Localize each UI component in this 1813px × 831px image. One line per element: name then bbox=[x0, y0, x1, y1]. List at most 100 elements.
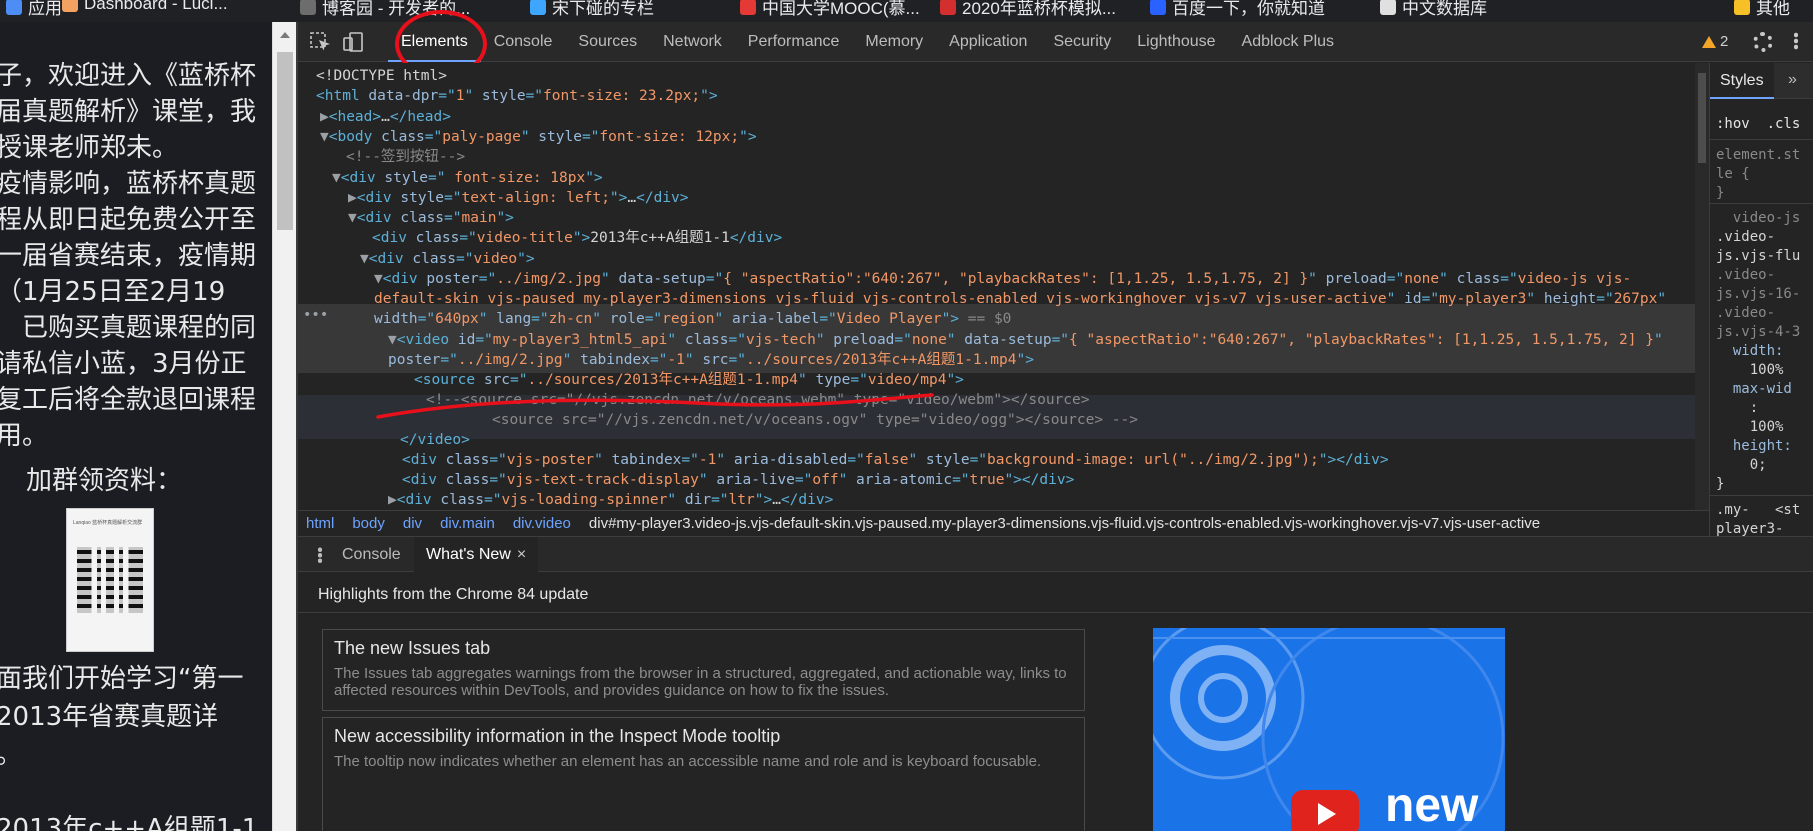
warnings-badge[interactable]: 2 bbox=[1702, 33, 1728, 50]
expand-triangle-icon[interactable]: ▼ bbox=[332, 170, 341, 186]
dom-token: false bbox=[864, 452, 909, 468]
dom-token: </div> bbox=[1021, 472, 1075, 488]
expand-triangle-icon[interactable]: ▼ bbox=[388, 332, 397, 348]
style-rule-line[interactable]: } bbox=[1716, 475, 1724, 494]
style-rule-line[interactable]: height: bbox=[1716, 437, 1792, 456]
breadcrumb-item[interactable]: body bbox=[344, 515, 395, 532]
tab-lighthouse[interactable]: Lighthouse bbox=[1124, 22, 1228, 62]
elements-scrollbar[interactable] bbox=[1695, 63, 1709, 510]
expand-triangle-icon[interactable]: ▶ bbox=[388, 492, 397, 508]
style-rule-line[interactable]: } bbox=[1716, 184, 1724, 203]
scroll-up-icon[interactable] bbox=[280, 32, 290, 38]
page-scrollbar[interactable] bbox=[272, 22, 296, 831]
dom-token: "> bbox=[572, 230, 591, 246]
dom-node-line[interactable]: <div class="video-title">2013年c++A组题1-1<… bbox=[372, 227, 782, 250]
dom-token: =" bbox=[440, 352, 458, 368]
expand-triangle-icon[interactable]: ▼ bbox=[374, 271, 383, 287]
breadcrumb-item[interactable]: div.video bbox=[505, 515, 581, 532]
style-rule-line[interactable]: width: bbox=[1716, 342, 1784, 361]
breadcrumb-item[interactable]: html bbox=[298, 515, 344, 532]
tab-memory[interactable]: Memory bbox=[852, 22, 936, 62]
dom-token: ../sources/2013年c++A组题1-1.mp4 bbox=[746, 352, 1017, 368]
dom-token: =" bbox=[952, 472, 970, 488]
lecture-line: 授课老师郑未。 bbox=[0, 133, 179, 163]
bookmark-item[interactable]: 百度一下，你就知道 bbox=[1150, 0, 1325, 19]
expand-triangle-icon[interactable]: ▼ bbox=[320, 129, 329, 145]
style-rule-line[interactable]: .my- <st bbox=[1716, 501, 1800, 520]
drawer-tab-whats-new[interactable]: What's New × bbox=[414, 537, 539, 572]
dom-token: video bbox=[473, 251, 518, 267]
dom-token: role bbox=[609, 311, 645, 327]
tab-adblock-plus[interactable]: Adblock Plus bbox=[1229, 22, 1348, 62]
bookmark-item[interactable]: 其他 bbox=[1734, 0, 1790, 19]
play-icon[interactable] bbox=[1291, 790, 1359, 831]
style-rule-line[interactable]: 0; bbox=[1716, 456, 1767, 475]
dom-node-line[interactable]: <source src="//vjs.zencdn.net/v/oceans.o… bbox=[492, 409, 1138, 432]
scrollbar-thumb[interactable] bbox=[1698, 73, 1706, 163]
dom-token: " bbox=[815, 332, 834, 348]
device-toolbar-icon[interactable] bbox=[342, 32, 364, 52]
feature-card[interactable]: The new Issues tab The Issues tab aggreg… bbox=[322, 629, 1085, 711]
drawer-tab-console[interactable]: Console bbox=[330, 537, 413, 572]
more-options-icon[interactable] bbox=[1794, 32, 1798, 50]
dom-node-line[interactable]: width="640px" lang="zh-cn" role="region"… bbox=[374, 308, 1011, 331]
scrollbar-thumb[interactable] bbox=[277, 52, 293, 230]
node-actions-ellipsis[interactable]: ••• bbox=[303, 307, 328, 323]
dom-token: =" bbox=[728, 352, 747, 368]
bookmark-item[interactable]: 博客园 - 开发者的... bbox=[300, 0, 470, 19]
feature-card[interactable]: New accessibility information in the Ins… bbox=[322, 717, 1085, 831]
tab-network[interactable]: Network bbox=[650, 22, 735, 62]
tab-performance[interactable]: Performance bbox=[735, 22, 853, 62]
drawer-menu-icon[interactable] bbox=[318, 547, 322, 563]
more-tabs-chevron-icon[interactable]: » bbox=[1788, 71, 1797, 89]
expand-triangle-icon[interactable]: ▶ bbox=[320, 109, 329, 125]
style-rule-line[interactable]: video-js bbox=[1716, 209, 1800, 228]
bookmark-item[interactable]: 宋下碰的专栏 bbox=[530, 0, 654, 19]
style-rule-line[interactable]: 100% bbox=[1716, 361, 1784, 380]
bookmark-item[interactable]: 中文数据库 bbox=[1380, 0, 1487, 19]
style-rule-line[interactable]: js.vjs-16- bbox=[1716, 285, 1800, 304]
breadcrumb-item[interactable]: div bbox=[395, 515, 432, 532]
style-rule-line[interactable]: 100% bbox=[1716, 418, 1784, 437]
style-rule-line[interactable]: .video- bbox=[1716, 266, 1775, 285]
bookmark-favicon-icon bbox=[62, 0, 78, 12]
dom-node-line[interactable]: ▶<div class="vjs-loading-spinner" dir="l… bbox=[388, 489, 833, 510]
style-rule-line[interactable]: .video- bbox=[1716, 228, 1775, 247]
bookmark-item[interactable]: 中国大学MOOC(慕... bbox=[740, 0, 920, 19]
inspect-element-icon[interactable] bbox=[310, 32, 332, 52]
expand-triangle-icon[interactable]: ▼ bbox=[348, 210, 357, 226]
dom-token: " bbox=[592, 311, 610, 327]
style-rule-line[interactable]: element.st bbox=[1716, 146, 1800, 165]
bookmark-item[interactable]: 应用 bbox=[6, 0, 62, 19]
dom-node-line[interactable]: <!--签到按钮--> bbox=[346, 146, 465, 169]
expand-triangle-icon[interactable]: ▶ bbox=[348, 190, 357, 206]
style-rule-line[interactable]: player3- bbox=[1716, 520, 1783, 536]
bookmark-label: Dashboard - Luci... bbox=[84, 0, 228, 13]
settings-gear-icon[interactable] bbox=[1753, 32, 1773, 52]
lecture-line: （1月25日至2月19 bbox=[0, 277, 226, 307]
breadcrumb-item[interactable]: div#my-player3.video-js.vjs-default-skin… bbox=[581, 515, 1550, 532]
tab-styles[interactable]: Styles bbox=[1710, 63, 1774, 99]
style-rule-line[interactable]: le { bbox=[1716, 165, 1750, 184]
bookmark-item[interactable]: 2020年蓝桥杯模拟... bbox=[940, 0, 1116, 19]
bookmark-item[interactable]: Dashboard - Luci... bbox=[62, 0, 228, 14]
tab-security[interactable]: Security bbox=[1040, 22, 1124, 62]
tab-sources[interactable]: Sources bbox=[565, 22, 650, 62]
tab-console[interactable]: Console bbox=[481, 22, 566, 62]
styles-filter-toggles[interactable]: :hov .cls bbox=[1716, 115, 1800, 134]
style-rule-line[interactable]: js.vjs-flu bbox=[1716, 247, 1800, 266]
dom-token: <!DOCTYPE html> bbox=[316, 68, 447, 84]
dom-token: =" bbox=[1051, 332, 1070, 348]
dom-token: <div bbox=[402, 472, 446, 488]
expand-triangle-icon[interactable]: ▼ bbox=[360, 251, 369, 267]
style-rule-line[interactable]: js.vjs-4-3 bbox=[1716, 323, 1800, 342]
dom-node-line[interactable]: <html data-dpr="1" style="font-size: 23.… bbox=[316, 85, 718, 108]
style-rule-line[interactable]: : bbox=[1716, 399, 1758, 418]
breadcrumb-item[interactable]: div.main bbox=[432, 515, 505, 532]
style-rule-line[interactable]: .video- bbox=[1716, 304, 1775, 323]
whats-new-video-thumbnail[interactable]: new bbox=[1153, 628, 1505, 831]
style-rule-line[interactable]: max-wid bbox=[1716, 380, 1792, 399]
tab-elements[interactable]: Elements bbox=[388, 22, 481, 62]
tab-application[interactable]: Application bbox=[936, 22, 1040, 62]
close-icon[interactable]: × bbox=[517, 546, 526, 563]
